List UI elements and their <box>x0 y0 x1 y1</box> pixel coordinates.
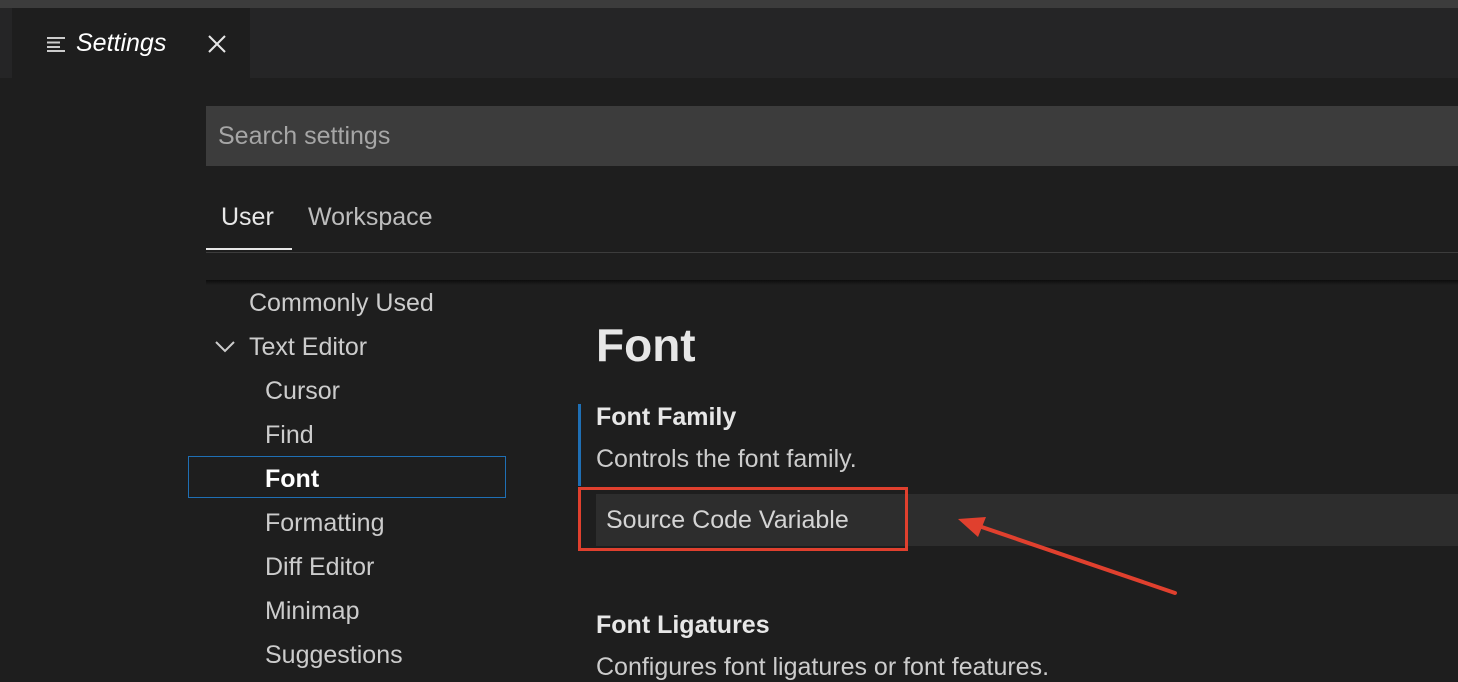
setting-focus-indicator <box>578 404 581 486</box>
section-title: Font <box>596 319 696 371</box>
toc-item-commonly-used[interactable]: Commonly Used <box>249 289 434 318</box>
header-shadow <box>206 280 1458 285</box>
toc-item-cursor[interactable]: Cursor <box>265 377 340 406</box>
tab-title: Settings <box>76 29 167 57</box>
list-icon <box>47 37 65 52</box>
window-top-bar <box>0 0 1458 8</box>
toc-item-font[interactable]: Font <box>265 465 319 494</box>
search-settings-input[interactable] <box>206 106 1458 166</box>
settings-tab[interactable]: Settings <box>12 8 250 78</box>
toc-item-find[interactable]: Find <box>265 421 314 450</box>
tab-workspace[interactable]: Workspace <box>308 203 433 232</box>
chevron-down-icon[interactable] <box>214 338 236 356</box>
toc-item-text-editor[interactable]: Text Editor <box>249 333 367 362</box>
active-tab-indicator <box>206 248 292 250</box>
setting-title-font-ligatures: Font Ligatures <box>596 611 770 639</box>
editor-tab-strip: Settings <box>0 8 1458 78</box>
setting-title-font-family: Font Family <box>596 403 737 431</box>
setting-description-font-ligatures: Configures font ligatures or font featur… <box>596 653 1050 681</box>
scope-tabs: User Workspace <box>206 190 1458 253</box>
tab-user[interactable]: User <box>221 203 274 232</box>
close-icon[interactable] <box>206 33 228 55</box>
setting-description-font-family: Controls the font family. <box>596 445 857 473</box>
toc-item-suggestions[interactable]: Suggestions <box>265 641 403 670</box>
toc-item-diff-editor[interactable]: Diff Editor <box>265 553 374 582</box>
toc-selection-outline <box>188 456 506 498</box>
toc-item-minimap[interactable]: Minimap <box>265 597 359 626</box>
font-family-input[interactable] <box>596 494 1458 546</box>
toc-item-formatting[interactable]: Formatting <box>265 509 384 538</box>
